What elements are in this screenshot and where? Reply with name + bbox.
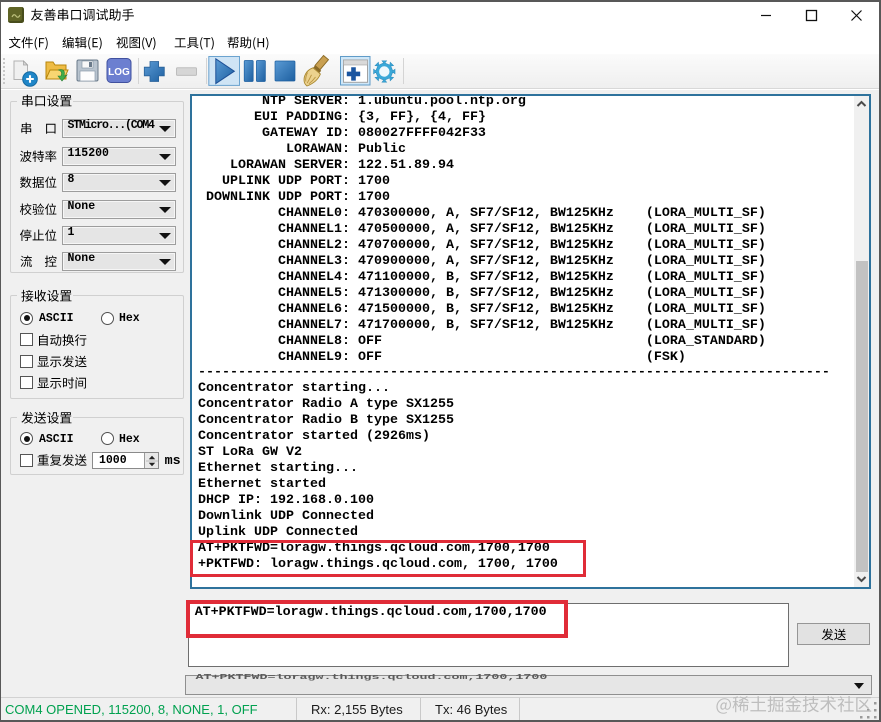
svg-text:LOG: LOG [108,67,130,78]
